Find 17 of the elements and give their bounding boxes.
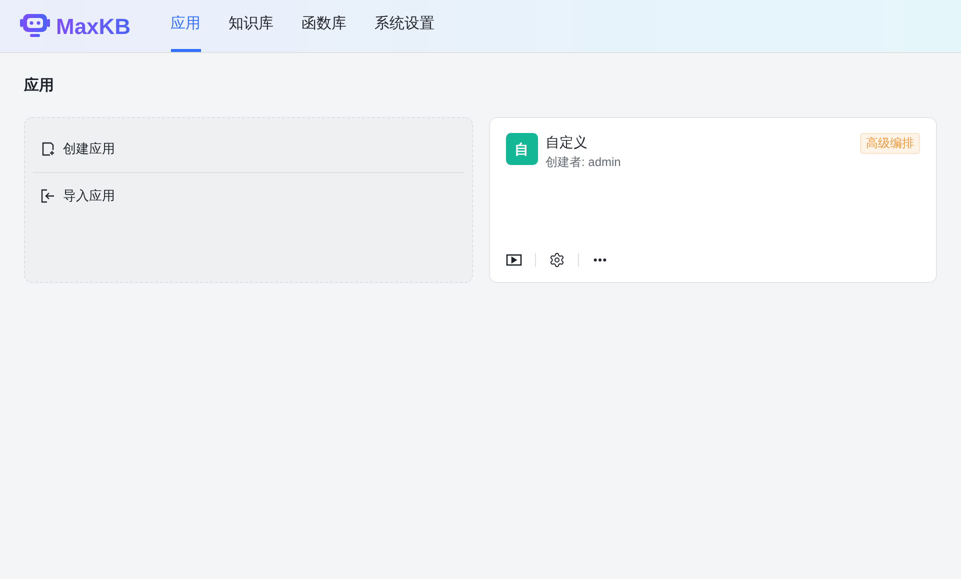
play-icon[interactable]	[506, 252, 522, 268]
app-card[interactable]: 自 自定义 创建者: admin 高级编排	[488, 117, 937, 283]
settings-icon[interactable]	[548, 252, 564, 268]
card-action[interactable]: 导入应用	[39, 173, 117, 219]
nav-tab[interactable]: 知识库	[228, 0, 274, 52]
nav-tab[interactable]: 函数库	[302, 0, 347, 52]
card-action[interactable]: 创建应用	[39, 126, 117, 172]
new-file-icon	[41, 142, 55, 156]
import-icon	[41, 189, 55, 203]
app-name: 自定义	[546, 133, 588, 151]
app-type-tag: 高级编排	[860, 133, 920, 154]
nav-tab[interactable]: 应用	[170, 0, 201, 52]
nav-tab[interactable]: 系统设置	[374, 0, 435, 52]
app-avatar: 自	[506, 133, 538, 165]
app-creator: 创建者: admin	[546, 154, 621, 171]
page-title: 应用	[24, 76, 55, 96]
robot-logo-icon	[20, 13, 50, 39]
